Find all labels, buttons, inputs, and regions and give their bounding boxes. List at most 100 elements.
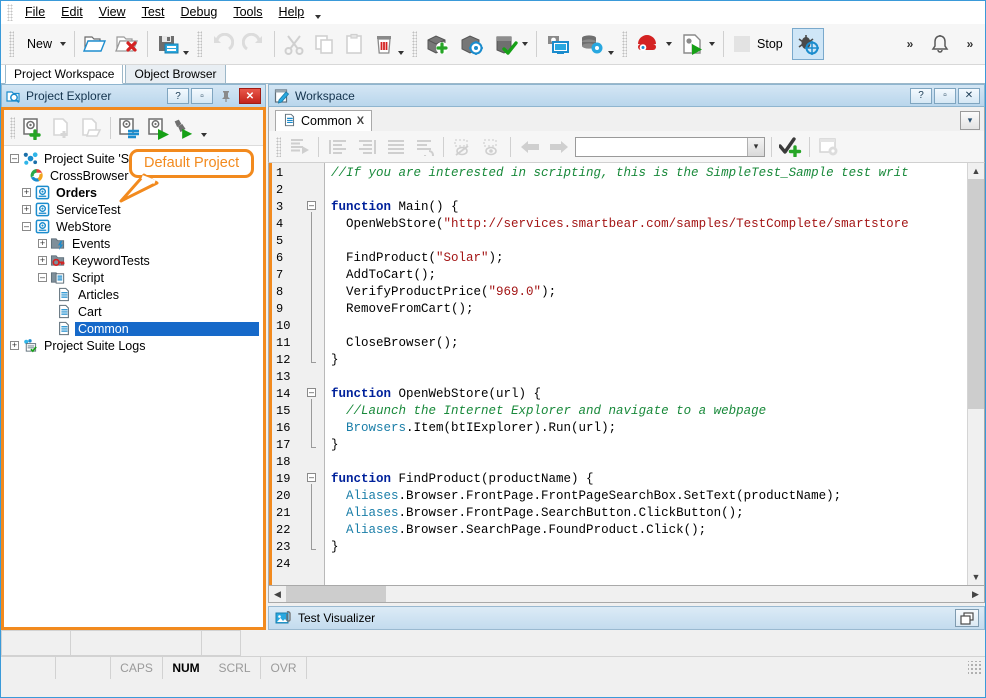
delete-button[interactable] bbox=[369, 28, 408, 60]
record-screen-button[interactable] bbox=[541, 28, 575, 60]
toolbar-grip[interactable] bbox=[9, 31, 14, 57]
chevron-down-icon[interactable] bbox=[522, 42, 529, 46]
run-script-button[interactable] bbox=[285, 134, 314, 160]
close-button[interactable]: ✕ bbox=[239, 88, 261, 104]
tree-node-script[interactable]: – Script bbox=[4, 269, 263, 286]
run-test-button[interactable] bbox=[676, 28, 719, 60]
hide-watch-button[interactable] bbox=[448, 134, 477, 160]
menu-file[interactable]: File bbox=[17, 3, 53, 21]
expander-icon[interactable]: + bbox=[10, 341, 19, 350]
restore-button[interactable]: ▫ bbox=[934, 87, 956, 104]
menu-debug[interactable]: Debug bbox=[173, 3, 226, 21]
cut-button[interactable] bbox=[279, 28, 309, 60]
tree-node-cart[interactable]: Cart bbox=[4, 303, 263, 320]
check-object-button[interactable] bbox=[489, 28, 532, 60]
scroll-up-button[interactable]: ▲ bbox=[968, 163, 984, 179]
run-project-suite-button[interactable] bbox=[173, 115, 207, 141]
save-button[interactable] bbox=[152, 28, 193, 60]
close-project-button[interactable] bbox=[111, 28, 143, 60]
new-project-suite-button[interactable] bbox=[19, 115, 48, 141]
new-button[interactable]: New bbox=[18, 28, 70, 60]
add-object-button[interactable] bbox=[421, 28, 455, 60]
expander-icon[interactable]: + bbox=[22, 188, 31, 197]
script-options-button[interactable] bbox=[814, 134, 843, 160]
toolbar-grip[interactable] bbox=[276, 136, 281, 157]
scroll-down-button[interactable]: ▼ bbox=[968, 569, 984, 585]
close-icon[interactable]: X bbox=[357, 115, 364, 127]
expander-icon[interactable]: + bbox=[38, 239, 47, 248]
scrollbar-thumb[interactable] bbox=[286, 586, 386, 602]
chevron-down-icon[interactable] bbox=[201, 132, 207, 137]
navigate-forward-button[interactable] bbox=[544, 134, 573, 160]
expander-icon[interactable]: + bbox=[38, 256, 47, 265]
expander-icon[interactable]: – bbox=[22, 222, 31, 231]
toolbar-overflow-left-button[interactable]: » bbox=[895, 28, 925, 60]
navigate-back-button[interactable] bbox=[515, 134, 544, 160]
toolbar-overflow-right-button[interactable]: » bbox=[955, 28, 985, 60]
code-folding-gutter[interactable]: – – – bbox=[302, 163, 324, 585]
undo-button[interactable] bbox=[206, 28, 238, 60]
document-tab-common[interactable]: Common X bbox=[275, 110, 373, 131]
toolbar-grip[interactable] bbox=[412, 31, 418, 57]
find-combobox[interactable]: ▾ bbox=[575, 136, 765, 157]
toolbar-grip[interactable] bbox=[10, 116, 15, 139]
debug-button[interactable] bbox=[791, 28, 824, 60]
align-right-button[interactable] bbox=[352, 134, 381, 160]
tree-node-articles[interactable]: Articles bbox=[4, 286, 263, 303]
editor-vertical-scrollbar[interactable]: ▲ ▼ bbox=[967, 163, 984, 585]
find-input[interactable] bbox=[576, 137, 747, 156]
chevron-down-icon[interactable] bbox=[666, 42, 673, 46]
show-watch-button[interactable] bbox=[477, 134, 506, 160]
menu-edit[interactable]: Edit bbox=[53, 3, 91, 21]
tab-list-button[interactable]: ▾ bbox=[960, 111, 980, 130]
restore-button[interactable]: ▫ bbox=[191, 88, 213, 104]
scroll-left-button[interactable]: ◀ bbox=[269, 586, 286, 602]
spy-object-button[interactable] bbox=[455, 28, 489, 60]
tab-project-workspace[interactable]: Project Workspace bbox=[5, 64, 124, 84]
chevron-down-icon[interactable] bbox=[608, 51, 615, 55]
align-left-button[interactable] bbox=[323, 134, 352, 160]
toolbar-grip[interactable] bbox=[622, 31, 628, 57]
tree-node-common[interactable]: Common bbox=[4, 320, 263, 337]
data-settings-button[interactable] bbox=[575, 28, 618, 60]
notifications-button[interactable] bbox=[925, 28, 955, 60]
menu-help[interactable]: Help bbox=[271, 3, 313, 21]
tree-node-keywordtests[interactable]: + KeywordTests bbox=[4, 252, 263, 269]
chevron-down-icon[interactable] bbox=[398, 51, 405, 55]
open-project-button[interactable] bbox=[79, 28, 111, 60]
edit-properties-button[interactable] bbox=[115, 115, 144, 141]
code-text-area[interactable]: //If you are interested in scripting, th… bbox=[324, 163, 967, 585]
resize-grip-icon[interactable] bbox=[968, 660, 982, 675]
redo-button[interactable] bbox=[238, 28, 270, 60]
menu-test[interactable]: Test bbox=[134, 3, 173, 21]
stop-button[interactable]: Stop bbox=[728, 28, 792, 60]
help-button[interactable]: ? bbox=[167, 88, 189, 104]
tab-object-browser[interactable]: Object Browser bbox=[125, 64, 226, 83]
expander-icon[interactable]: – bbox=[38, 273, 47, 282]
scrollbar-thumb[interactable] bbox=[968, 179, 984, 409]
format-button[interactable] bbox=[381, 134, 410, 160]
scrollbar-track[interactable] bbox=[386, 586, 967, 602]
add-checkpoint-button[interactable] bbox=[776, 134, 805, 160]
chevron-down-icon[interactable] bbox=[60, 42, 67, 46]
scrollbar-track[interactable] bbox=[968, 409, 984, 569]
copy-button[interactable] bbox=[309, 28, 339, 60]
run-project-button[interactable] bbox=[144, 115, 173, 141]
code-editor[interactable]: 123456 7 8 9 10 11 12 13 14 15 16 17 18 19 20 21 22 23… bbox=[268, 163, 985, 586]
expander-icon[interactable]: – bbox=[10, 154, 19, 163]
chevron-down-icon[interactable]: ▾ bbox=[747, 137, 764, 156]
fold-toggle[interactable]: – bbox=[307, 388, 316, 397]
chevron-down-icon[interactable] bbox=[183, 51, 190, 55]
close-button[interactable]: ✕ bbox=[958, 87, 980, 104]
new-item-button[interactable] bbox=[48, 115, 77, 141]
menu-bar-grip[interactable] bbox=[7, 3, 13, 21]
tree-node-events[interactable]: + Events bbox=[4, 235, 263, 252]
scroll-right-button[interactable]: ▶ bbox=[967, 586, 984, 602]
help-button[interactable]: ? bbox=[910, 87, 932, 104]
tree-node-project-suite-logs[interactable]: + Project Suite Logs bbox=[4, 337, 263, 354]
editor-horizontal-scrollbar[interactable]: ◀ ▶ bbox=[268, 586, 985, 603]
fold-toggle[interactable]: – bbox=[307, 201, 316, 210]
test-visualizer-bar[interactable]: Test Visualizer bbox=[268, 606, 985, 630]
chevron-down-icon[interactable] bbox=[709, 42, 716, 46]
open-item-button[interactable] bbox=[77, 115, 106, 141]
